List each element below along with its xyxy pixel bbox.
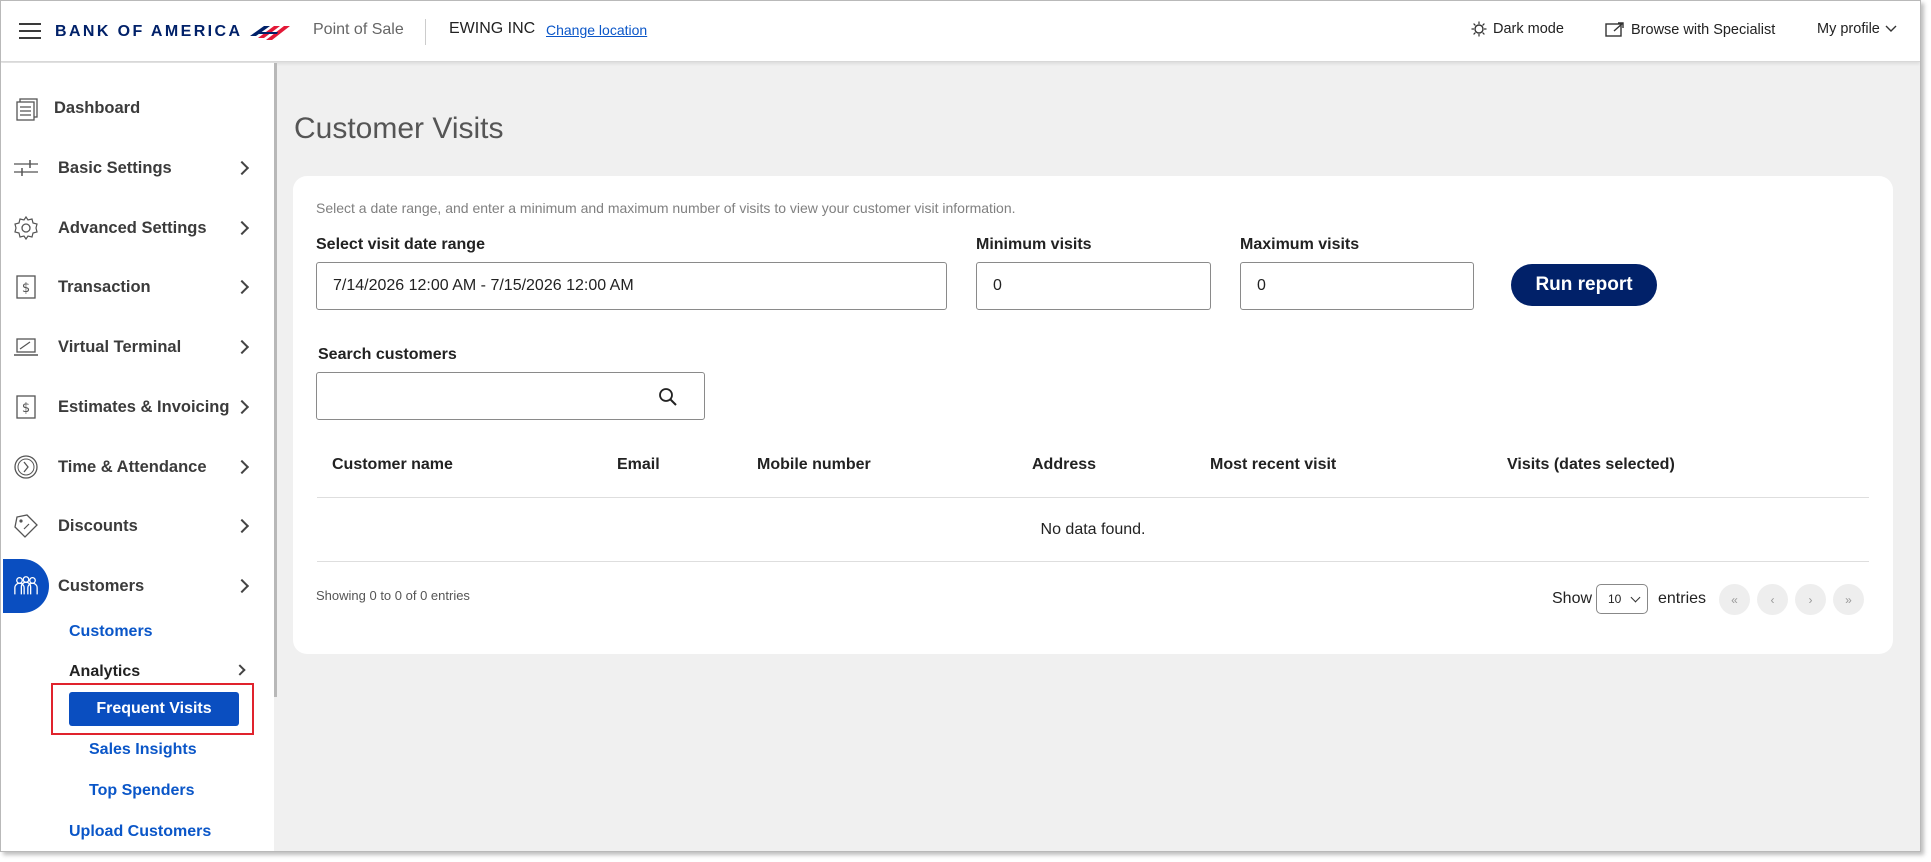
subnav-upload-customers[interactable]: Upload Customers — [69, 823, 211, 841]
chevron-right-icon — [234, 160, 250, 176]
sidebar-item-basic-settings[interactable]: Basic Settings — [1, 148, 263, 188]
sidebar-item-time-attendance[interactable]: Time & Attendance — [1, 447, 263, 487]
run-report-button[interactable]: Run report — [1511, 264, 1657, 306]
column-customer-name[interactable]: Customer name — [332, 456, 453, 474]
svg-text:$: $ — [22, 281, 30, 296]
search-icon[interactable] — [658, 387, 678, 407]
my-profile-label: My profile — [1817, 21, 1880, 37]
subnav-analytics[interactable]: Analytics — [69, 663, 140, 681]
change-location-link[interactable]: Change location — [546, 22, 647, 38]
brand-name: BANK OF AMERICA — [55, 23, 243, 40]
sun-icon — [1471, 21, 1487, 37]
browse-specialist-button[interactable]: Browse with Specialist — [1605, 21, 1775, 39]
instructions-text: Select a date range, and enter a minimum… — [316, 200, 1016, 216]
chevron-right-icon — [234, 578, 250, 594]
sidebar-item-label: Estimates & Invoicing — [58, 397, 230, 416]
sidebar-item-label: Dashboard — [54, 98, 141, 117]
invoice-dollar-icon: $ — [13, 394, 39, 420]
next-page-button[interactable]: › — [1795, 584, 1826, 615]
sidebar-item-label: Customers — [58, 576, 145, 595]
column-visits-dates-selected[interactable]: Visits (dates selected) — [1507, 456, 1675, 474]
sidebar-item-label: Advanced Settings — [58, 218, 207, 237]
browse-specialist-label: Browse with Specialist — [1631, 22, 1776, 38]
dashboard-icon — [13, 95, 39, 121]
dark-mode-label: Dark mode — [1493, 21, 1564, 37]
last-page-button[interactable]: » — [1833, 584, 1864, 615]
sidebar-item-estimates-invoicing[interactable]: $ Estimates & Invoicing — [1, 387, 263, 427]
page-size-select[interactable]: 10 — [1596, 584, 1648, 614]
header-divider — [425, 19, 426, 45]
chevron-right-icon — [234, 664, 246, 676]
sidebar-item-discounts[interactable]: Discounts — [1, 506, 263, 546]
prev-page-button[interactable]: ‹ — [1757, 584, 1788, 615]
receipt-dollar-icon: $ — [13, 274, 39, 300]
column-mobile-number[interactable]: Mobile number — [757, 456, 871, 474]
app-window: BANK OF AMERICA Point of Sale EWING INC … — [0, 0, 1921, 852]
entries-label: entries — [1658, 590, 1707, 607]
entries-summary: Showing 0 to 0 of 0 entries — [316, 588, 470, 603]
min-visits-input[interactable]: 0 — [976, 262, 1211, 310]
dark-mode-toggle[interactable]: Dark mode — [1471, 21, 1564, 37]
chevron-right-icon — [234, 518, 250, 534]
search-customers-label: Search customers — [318, 346, 457, 363]
chevron-right-icon — [234, 399, 250, 415]
date-range-input[interactable]: 7/14/2026 12:00 AM - 7/15/2026 12:00 AM — [316, 262, 947, 310]
sidebar-item-label: Basic Settings — [58, 158, 172, 177]
sidebar-item-label: Time & Attendance — [58, 457, 207, 476]
page-title: Customer Visits — [294, 112, 504, 145]
subnav-customers[interactable]: Customers — [69, 623, 153, 641]
date-range-label: Select visit date range — [316, 236, 485, 253]
merchant-name: EWING INC — [449, 20, 536, 37]
sliders-icon — [13, 155, 39, 181]
column-most-recent-visit[interactable]: Most recent visit — [1210, 456, 1336, 474]
page-size-value: 10 — [1608, 592, 1622, 606]
sidebar-item-label: Virtual Terminal — [58, 337, 182, 356]
chevron-right-icon — [234, 459, 250, 475]
subnav-top-spenders[interactable]: Top Spenders — [89, 782, 195, 800]
sidebar-item-advanced-settings[interactable]: Advanced Settings — [1, 208, 263, 248]
table-footer-divider — [317, 561, 1869, 562]
chevron-right-icon — [234, 220, 250, 236]
report-card: Select a date range, and enter a minimum… — [293, 176, 1893, 654]
chevron-right-icon — [234, 279, 250, 295]
show-label: Show — [1552, 590, 1593, 607]
sidebar: Dashboard Basic Settings Advanced Settin… — [1, 63, 274, 851]
first-page-button[interactable]: « — [1719, 584, 1750, 615]
product-name: Point of Sale — [313, 21, 404, 38]
my-profile-menu[interactable]: My profile — [1817, 21, 1897, 37]
column-address[interactable]: Address — [1032, 456, 1096, 474]
top-bar: BANK OF AMERICA Point of Sale EWING INC … — [1, 1, 1920, 62]
chevron-down-icon — [1630, 592, 1641, 603]
min-visits-label: Minimum visits — [976, 236, 1092, 253]
people-icon — [13, 573, 39, 599]
brand-logo[interactable]: BANK OF AMERICA — [55, 22, 291, 42]
table-header-divider — [317, 497, 1869, 498]
sidebar-item-label: Discounts — [58, 516, 138, 535]
sidebar-scrollbar[interactable] — [274, 63, 277, 697]
chevron-right-icon — [234, 339, 250, 355]
max-visits-label: Maximum visits — [1240, 236, 1360, 253]
sidebar-item-customers[interactable]: Customers — [1, 559, 263, 613]
gear-icon — [13, 215, 39, 241]
max-visits-input[interactable]: 0 — [1240, 262, 1474, 310]
chevron-down-icon — [1885, 25, 1897, 32]
empty-table-message: No data found. — [1040, 521, 1146, 538]
menu-icon[interactable] — [19, 23, 41, 39]
highlight-frame — [51, 683, 254, 735]
sidebar-item-virtual-terminal[interactable]: Virtual Terminal — [1, 327, 263, 367]
tag-icon — [13, 513, 39, 539]
sidebar-item-label: Transaction — [58, 277, 151, 296]
subnav-sales-insights[interactable]: Sales Insights — [89, 741, 197, 759]
sidebar-item-dashboard[interactable]: Dashboard — [1, 88, 263, 128]
laptop-icon — [13, 334, 39, 360]
brand-flag-icon — [250, 26, 291, 40]
search-customers-input[interactable] — [316, 372, 705, 420]
share-screen-icon — [1605, 22, 1624, 37]
sidebar-item-transaction[interactable]: $ Transaction — [1, 267, 263, 307]
column-email[interactable]: Email — [617, 456, 660, 474]
clock-icon — [13, 454, 39, 480]
svg-text:$: $ — [22, 401, 30, 416]
